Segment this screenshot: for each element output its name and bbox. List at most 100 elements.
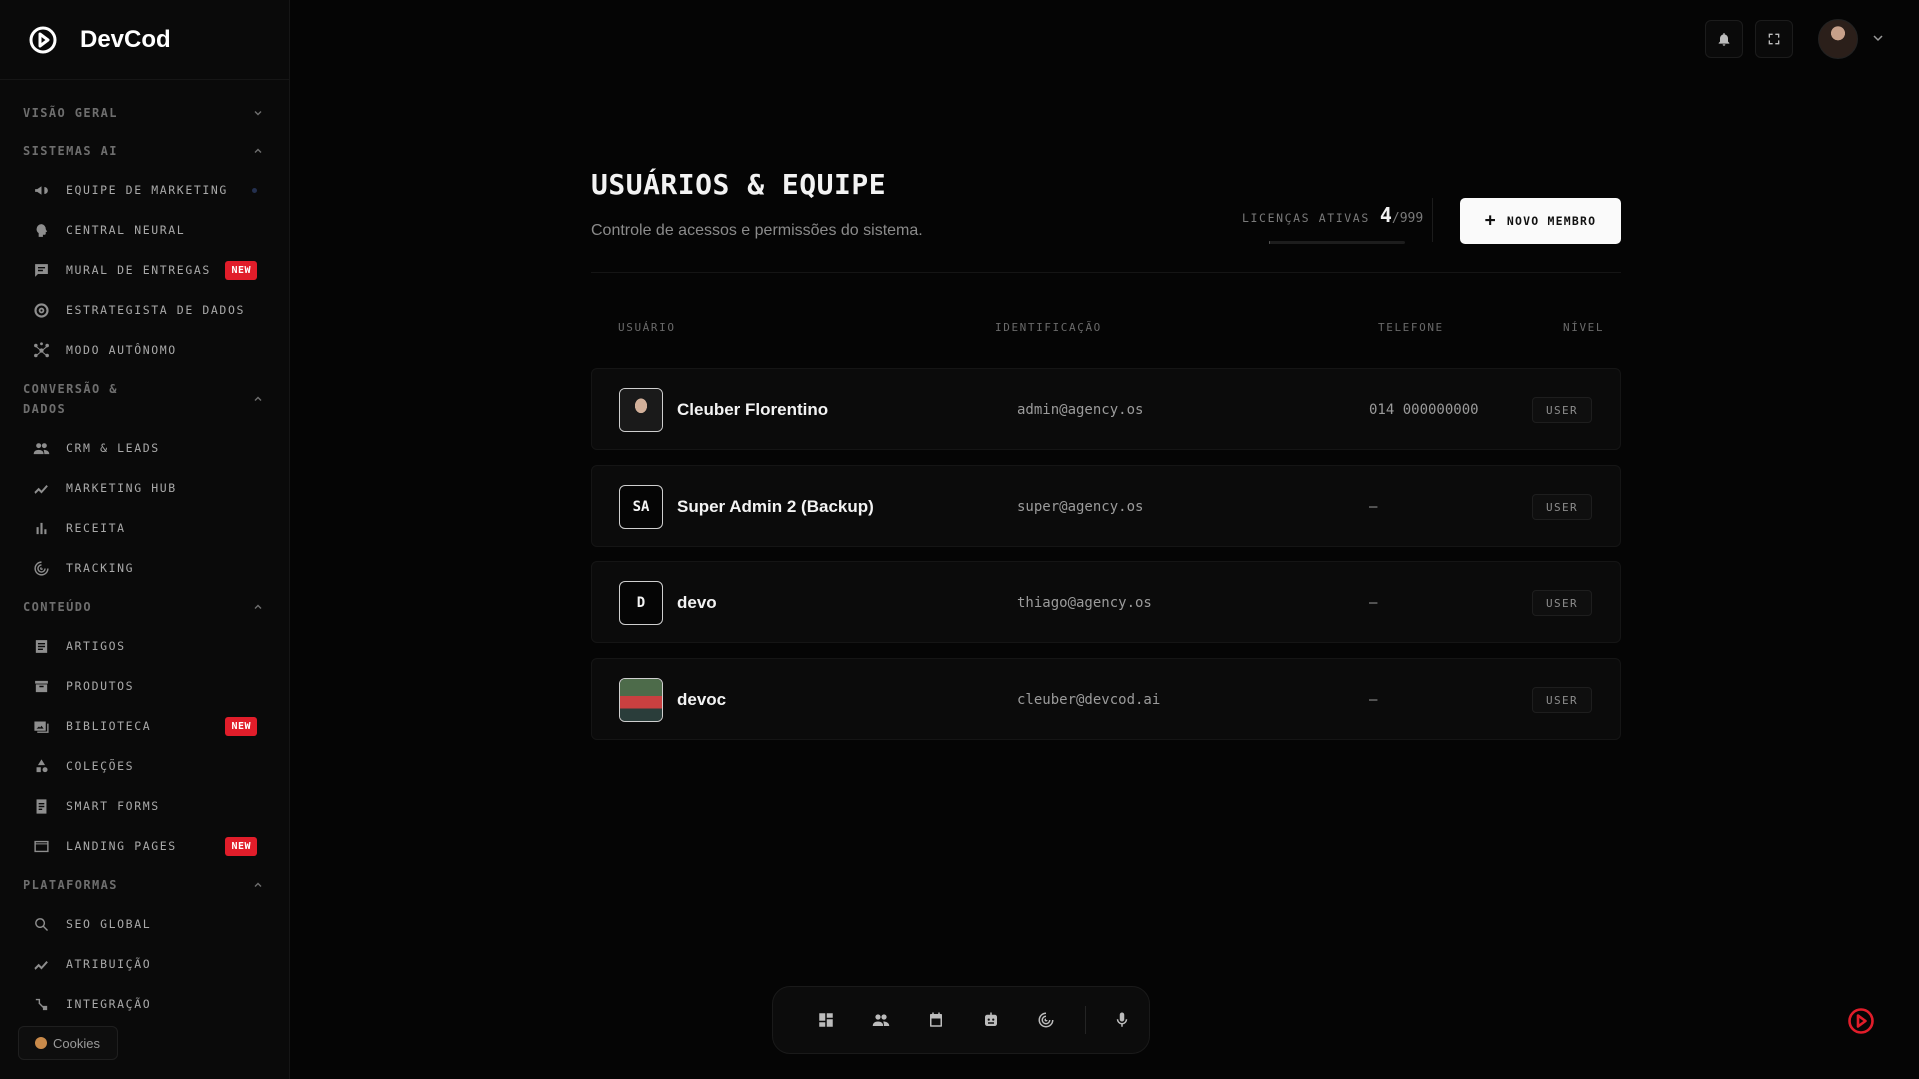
chevron-up-icon[interactable]: [253, 394, 263, 404]
user-name: Super Admin 2 (Backup): [677, 497, 874, 516]
box-icon: [32, 677, 50, 695]
notifications-button[interactable]: [1705, 20, 1743, 58]
avatar-photo: [620, 389, 662, 431]
sidebar-item-label: LANDING PAGES: [66, 839, 177, 853]
dock-separator: [1085, 1006, 1087, 1034]
user-avatar[interactable]: [1818, 19, 1858, 59]
table-row[interactable]: SA Super Admin 2 (Backup) super@agency.o…: [591, 465, 1621, 547]
dock-robot-button[interactable]: [964, 1000, 1019, 1040]
licenses-counter: LICENÇAS ATIVAS 4 /999: [1242, 203, 1423, 227]
level-badge[interactable]: USER: [1532, 494, 1592, 520]
col-user[interactable]: USUÁRIO: [618, 321, 676, 334]
sidebar-item[interactable]: LANDING PAGES NEW: [0, 826, 289, 866]
sidebar-item-label: EQUIPE DE MARKETING: [66, 183, 228, 197]
sidebar-item[interactable]: MARKETING HUB: [0, 468, 289, 508]
cookies-button[interactable]: Cookies: [18, 1026, 118, 1060]
sidebar-item-label: PRODUTOS: [66, 679, 135, 693]
calendar-icon: [930, 1012, 943, 1027]
sidebar-item-label: TRACKING: [66, 561, 135, 575]
sidebar-item[interactable]: CRM & LEADS: [0, 428, 289, 468]
sidebar-group[interactable]: SISTEMAS AI: [0, 132, 289, 170]
col-phone[interactable]: TELEFONE: [1378, 321, 1444, 334]
user-email: cleuber@devcod.ai: [1017, 692, 1161, 708]
sidebar-item[interactable]: MODO AUTÔNOMO: [0, 330, 289, 370]
user-name: devoc: [677, 690, 727, 709]
sidebar-item[interactable]: COLEÇÕES: [0, 746, 289, 786]
licenses-label: LICENÇAS ATIVAS: [1242, 211, 1370, 225]
sidebar-nav: VISÃO GERAL SISTEMAS AI EQUIPE DE MARKET…: [0, 80, 289, 1024]
bottom-dock: [772, 986, 1150, 1054]
sidebar-item-label: CENTRAL NEURAL: [66, 223, 186, 237]
level-badge[interactable]: USER: [1532, 590, 1592, 616]
sidebar-item-label: INTEGRAÇÃO: [66, 997, 152, 1011]
dock-dashboard-button[interactable]: [799, 1000, 854, 1040]
assistant-launcher-icon[interactable]: [1846, 1006, 1876, 1036]
new-badge: NEW: [225, 717, 257, 736]
sidebar-item-label: BIBLIOTECA: [66, 719, 152, 733]
col-level[interactable]: NÍVEL: [1563, 321, 1604, 334]
sidebar-group[interactable]: CONTEÚDO: [0, 588, 289, 626]
sidebar-item-label: ESTRATEGISTA DE DADOS: [66, 303, 245, 317]
dock-team-button[interactable]: [854, 1000, 909, 1040]
sidebar-group[interactable]: VISÃO GERAL: [0, 94, 289, 132]
sidebar-item[interactable]: EQUIPE DE MARKETING: [0, 170, 289, 210]
dock-calendar-button[interactable]: [909, 1000, 964, 1040]
col-identification[interactable]: IDENTIFICAÇÃO: [995, 321, 1102, 334]
chevron-down-icon[interactable]: [1872, 32, 1884, 44]
level-badge[interactable]: USER: [1532, 687, 1592, 713]
devcod-logo-icon: [29, 26, 57, 53]
sidebar-group-label: CONVERSÃO & DADOS: [23, 382, 118, 416]
shapes-icon: [32, 757, 50, 775]
dock-radar-button[interactable]: [1018, 1000, 1073, 1040]
sidebar-item[interactable]: ARTIGOS: [0, 626, 289, 666]
sidebar-group[interactable]: PLATAFORMAS: [0, 866, 289, 904]
sidebar-item[interactable]: ESTRATEGISTA DE DADOS: [0, 290, 289, 330]
cookie-icon: [35, 1037, 47, 1049]
chevron-down-icon[interactable]: [253, 108, 263, 118]
table-header: USUÁRIO IDENTIFICAÇÃO TELEFONE NÍVEL: [591, 318, 1621, 338]
sidebar-item[interactable]: INTEGRAÇÃO: [0, 984, 289, 1024]
sidebar-group[interactable]: CONVERSÃO & DADOS: [0, 370, 289, 428]
dock-mic-button[interactable]: [1094, 1000, 1149, 1040]
brand-name: DevCod: [80, 25, 171, 53]
sidebar-item[interactable]: MURAL DE ENTREGAS NEW: [0, 250, 289, 290]
sidebar-item[interactable]: ATRIBUIÇÃO: [0, 944, 289, 984]
trend-icon: [32, 479, 50, 497]
new-badge: NEW: [225, 261, 257, 280]
sidebar-item[interactable]: TRACKING: [0, 548, 289, 588]
new-member-button[interactable]: + NOVO MEMBRO: [1460, 198, 1621, 244]
sidebar-item-label: SEO GLOBAL: [66, 917, 152, 931]
mic-icon: [1116, 1012, 1127, 1027]
avatar: [619, 678, 663, 722]
user-email: admin@agency.os: [1017, 402, 1144, 418]
fullscreen-button[interactable]: [1755, 20, 1793, 58]
sidebar-item[interactable]: CENTRAL NEURAL: [0, 210, 289, 250]
sidebar-item-label: MODO AUTÔNOMO: [66, 343, 177, 357]
sidebar-item[interactable]: RECEITA: [0, 508, 289, 548]
table-row[interactable]: devoc cleuber@devcod.ai — USER: [591, 658, 1621, 740]
sidebar-item[interactable]: PRODUTOS: [0, 666, 289, 706]
level-badge[interactable]: USER: [1532, 397, 1592, 423]
sidebar-item-label: MURAL DE ENTREGAS: [66, 263, 211, 277]
sidebar-item-label: RECEITA: [66, 521, 126, 535]
sidebar-item[interactable]: BIBLIOTECA NEW: [0, 706, 289, 746]
new-member-label: NOVO MEMBRO: [1506, 214, 1597, 228]
sidebar-item[interactable]: SEO GLOBAL: [0, 904, 289, 944]
chevron-up-icon[interactable]: [253, 602, 263, 612]
user-email: super@agency.os: [1017, 499, 1144, 515]
table-row[interactable]: Cleuber Florentino admin@agency.os 014 0…: [591, 368, 1621, 450]
licenses-count: 4: [1379, 203, 1392, 227]
new-badge: NEW: [225, 837, 257, 856]
sidebar-group-label: PLATAFORMAS: [23, 878, 118, 892]
cookies-label: Cookies: [53, 1035, 100, 1051]
trend-icon: [32, 955, 50, 973]
sidebar-item-label: COLEÇÕES: [66, 759, 135, 773]
brand[interactable]: DevCod: [0, 0, 289, 80]
sidebar-item[interactable]: SMART FORMS: [0, 786, 289, 826]
chevron-up-icon[interactable]: [253, 880, 263, 890]
web-icon: [32, 837, 50, 855]
table-row[interactable]: D devo thiago@agency.os — USER: [591, 561, 1621, 643]
sidebar-group-label: CONTEÚDO: [23, 600, 92, 614]
avatar: SA: [619, 485, 663, 529]
chevron-up-icon[interactable]: [253, 146, 263, 156]
